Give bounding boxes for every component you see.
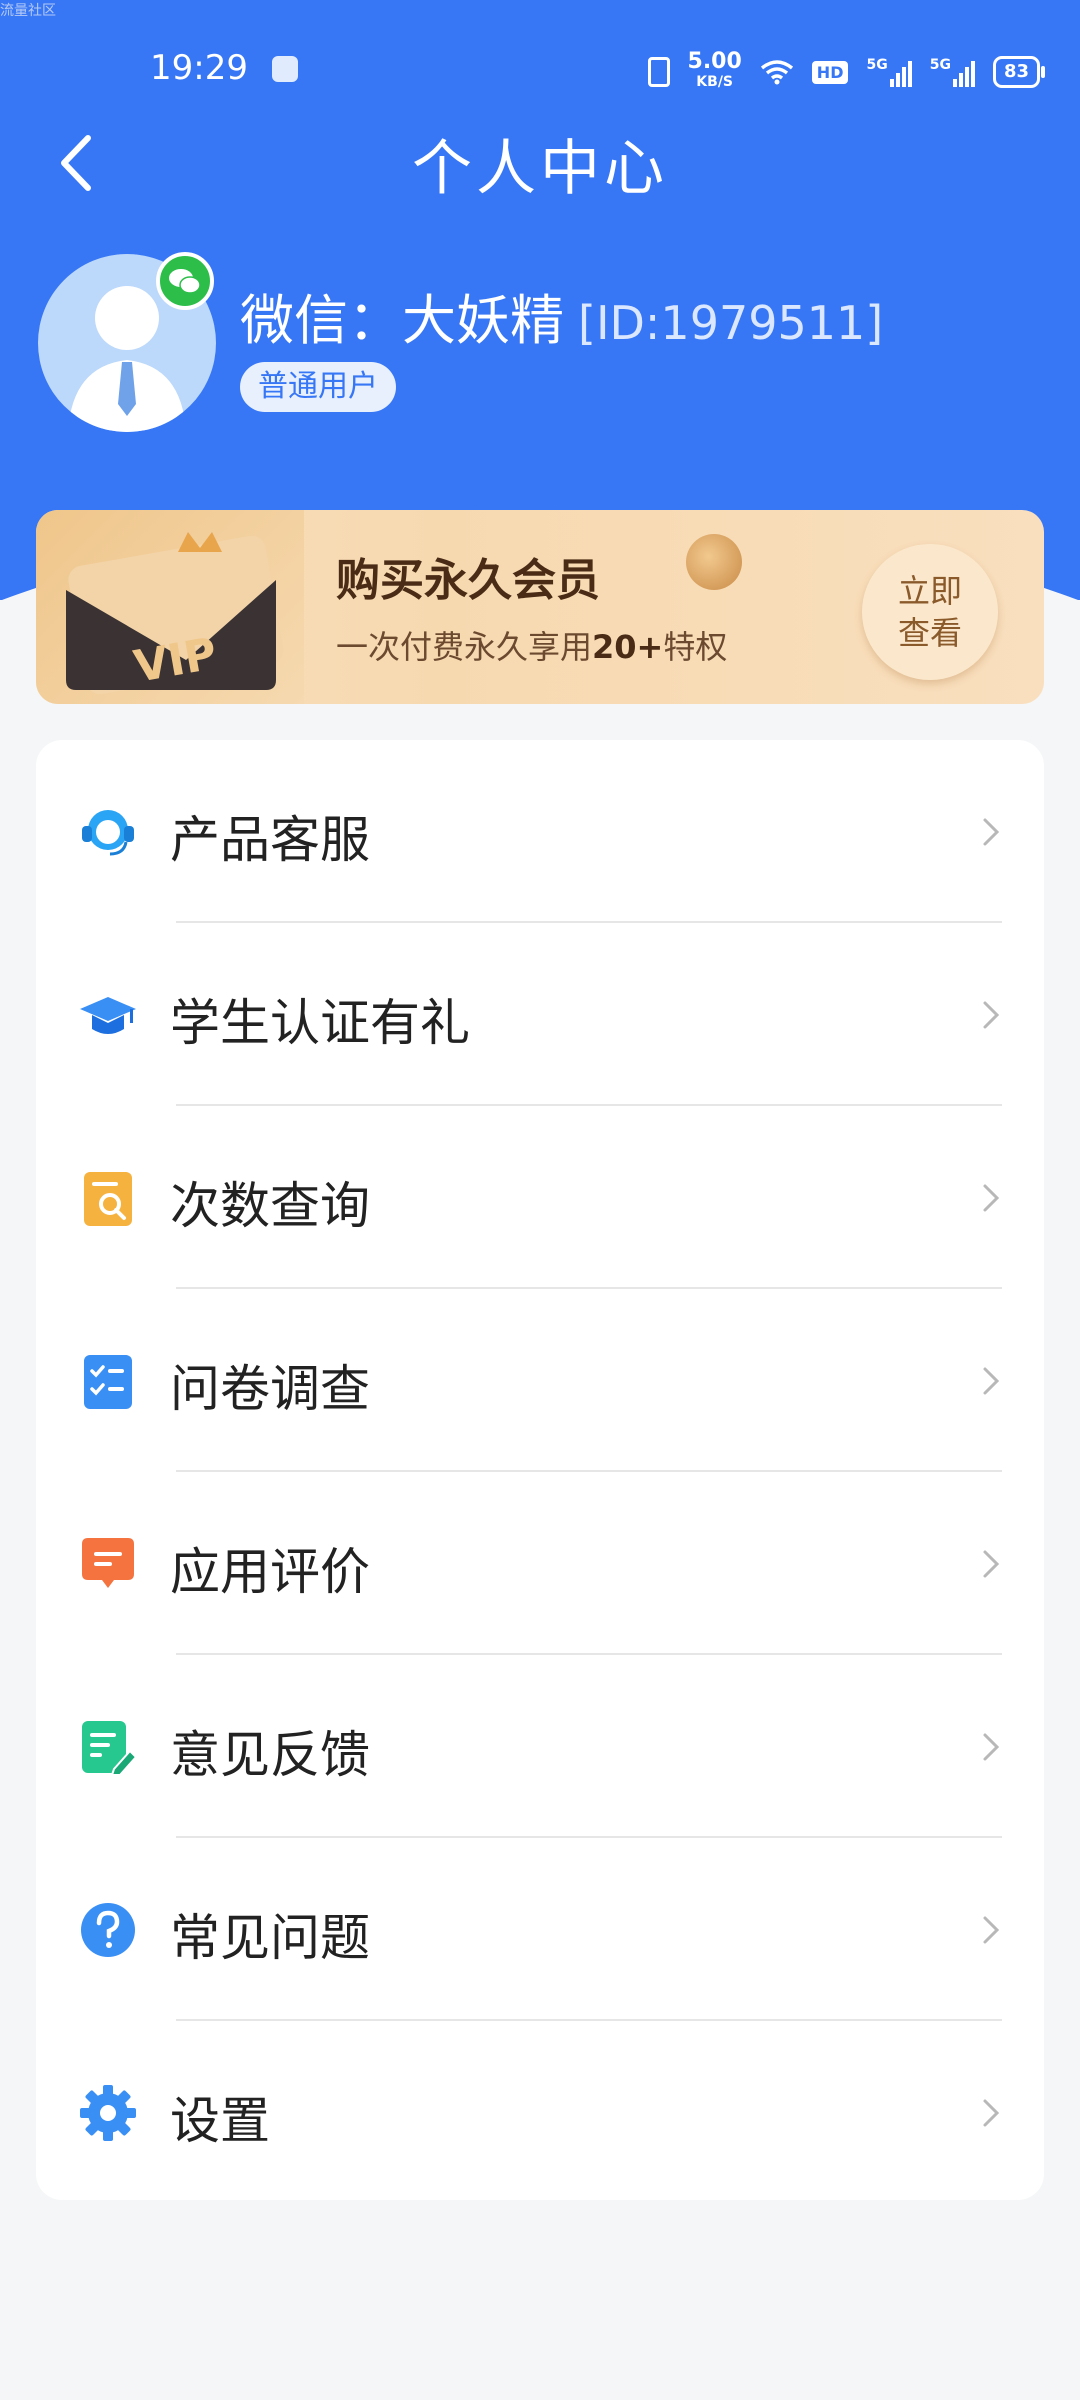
- question-icon: [81, 1903, 135, 1957]
- menu-list: 产品客服 学生认证有礼 次数查询 问卷调查 应用评价 意见反馈 常见问题 设置: [36, 740, 1044, 2200]
- menu-label: 次数查询: [170, 1177, 370, 1235]
- menu-item-settings[interactable]: 设置: [36, 2021, 1044, 2204]
- graduation-cap-icon: [80, 997, 136, 1034]
- signal-icon-2: 5G: [930, 57, 975, 87]
- page-title: 个人中心: [412, 134, 668, 204]
- menu-label: 应用评价: [170, 1543, 370, 1601]
- edit-note-icon: [82, 1721, 138, 1776]
- status-bar: 19:29 5.00 KB/S HD 5G 5G 83: [0, 40, 1080, 104]
- menu-label: 学生认证有礼: [170, 994, 470, 1052]
- watermark: 流量社区: [0, 3, 56, 19]
- menu-label: 意见反馈: [170, 1726, 370, 1784]
- vip-banner[interactable]: VIP 购买永久会员 一次付费永久享用20+特权 立即 查看: [36, 510, 1044, 704]
- user-name-text: 微信：大妖精: [240, 289, 564, 352]
- vip-title: 购买永久会员: [336, 555, 600, 606]
- wifi-icon: [760, 60, 793, 85]
- headset-icon: [82, 810, 134, 856]
- menu-item-student-verification[interactable]: 学生认证有礼: [36, 923, 1044, 1106]
- menu-item-app-review[interactable]: 应用评价: [36, 1472, 1044, 1655]
- status-time: 19:29: [150, 48, 248, 88]
- checklist-icon: [84, 1355, 132, 1409]
- app-notification-icon: [272, 56, 298, 82]
- chevron-right-icon: [983, 1733, 1000, 1761]
- battery-icon: 83: [992, 56, 1046, 88]
- vip-subtitle-prefix: 一次付费永久享用: [336, 628, 593, 666]
- chevron-right-icon: [983, 1367, 1000, 1395]
- menu-item-customer-service[interactable]: 产品客服: [36, 740, 1044, 923]
- network-speed-value: 5.00: [687, 49, 742, 74]
- chevron-right-icon: [983, 1916, 1000, 1944]
- menu-item-survey[interactable]: 问卷调查: [36, 1289, 1044, 1472]
- menu-label: 设置: [170, 2092, 270, 2150]
- menu-label: 产品客服: [170, 811, 370, 869]
- view-vip-button[interactable]: 立即 查看: [862, 544, 998, 680]
- menu-item-feedback[interactable]: 意见反馈: [36, 1655, 1044, 1838]
- menu-label: 问卷调查: [170, 1360, 370, 1418]
- menu-item-usage-query[interactable]: 次数查询: [36, 1106, 1044, 1289]
- coin-icon: [686, 534, 742, 590]
- signal-2-label: 5G: [929, 57, 951, 73]
- vip-card-illustration: VIP: [36, 510, 304, 704]
- hd-icon: HD: [811, 60, 849, 84]
- vip-subtitle: 一次付费永久享用20+特权: [336, 622, 727, 668]
- view-vip-button-line1: 立即: [897, 572, 962, 610]
- message-icon: [82, 1538, 134, 1588]
- chevron-right-icon: [983, 1001, 1000, 1029]
- user-id: [ID:1979511]: [578, 296, 884, 350]
- user-name: 微信：大妖精 [ID:1979511]: [240, 276, 883, 355]
- signal-icon-1: 5G: [866, 57, 912, 87]
- chevron-right-icon: [983, 818, 1000, 846]
- vibrate-icon: [647, 57, 670, 87]
- chevron-right-icon: [983, 1550, 1000, 1578]
- view-vip-button-line2: 查看: [897, 614, 962, 652]
- vip-subtitle-bold: 20+: [592, 628, 664, 666]
- chevron-right-icon: [983, 1184, 1000, 1212]
- signal-1-label: 5G: [866, 57, 888, 73]
- vip-subtitle-suffix: 特权: [663, 628, 728, 666]
- network-speed: 5.00 KB/S: [687, 49, 742, 92]
- menu-label: 常见问题: [170, 1909, 370, 1967]
- user-level-badge: 普通用户: [240, 362, 396, 412]
- search-document-icon: [84, 1172, 132, 1226]
- gear-icon: [80, 2085, 136, 2141]
- status-icons: 5.00 KB/S HD 5G 5G 83: [647, 49, 1046, 92]
- menu-item-faq[interactable]: 常见问题: [36, 1838, 1044, 2021]
- wechat-icon: [156, 252, 214, 310]
- chevron-right-icon: [983, 2099, 1000, 2127]
- network-speed-unit: KB/S: [696, 74, 734, 90]
